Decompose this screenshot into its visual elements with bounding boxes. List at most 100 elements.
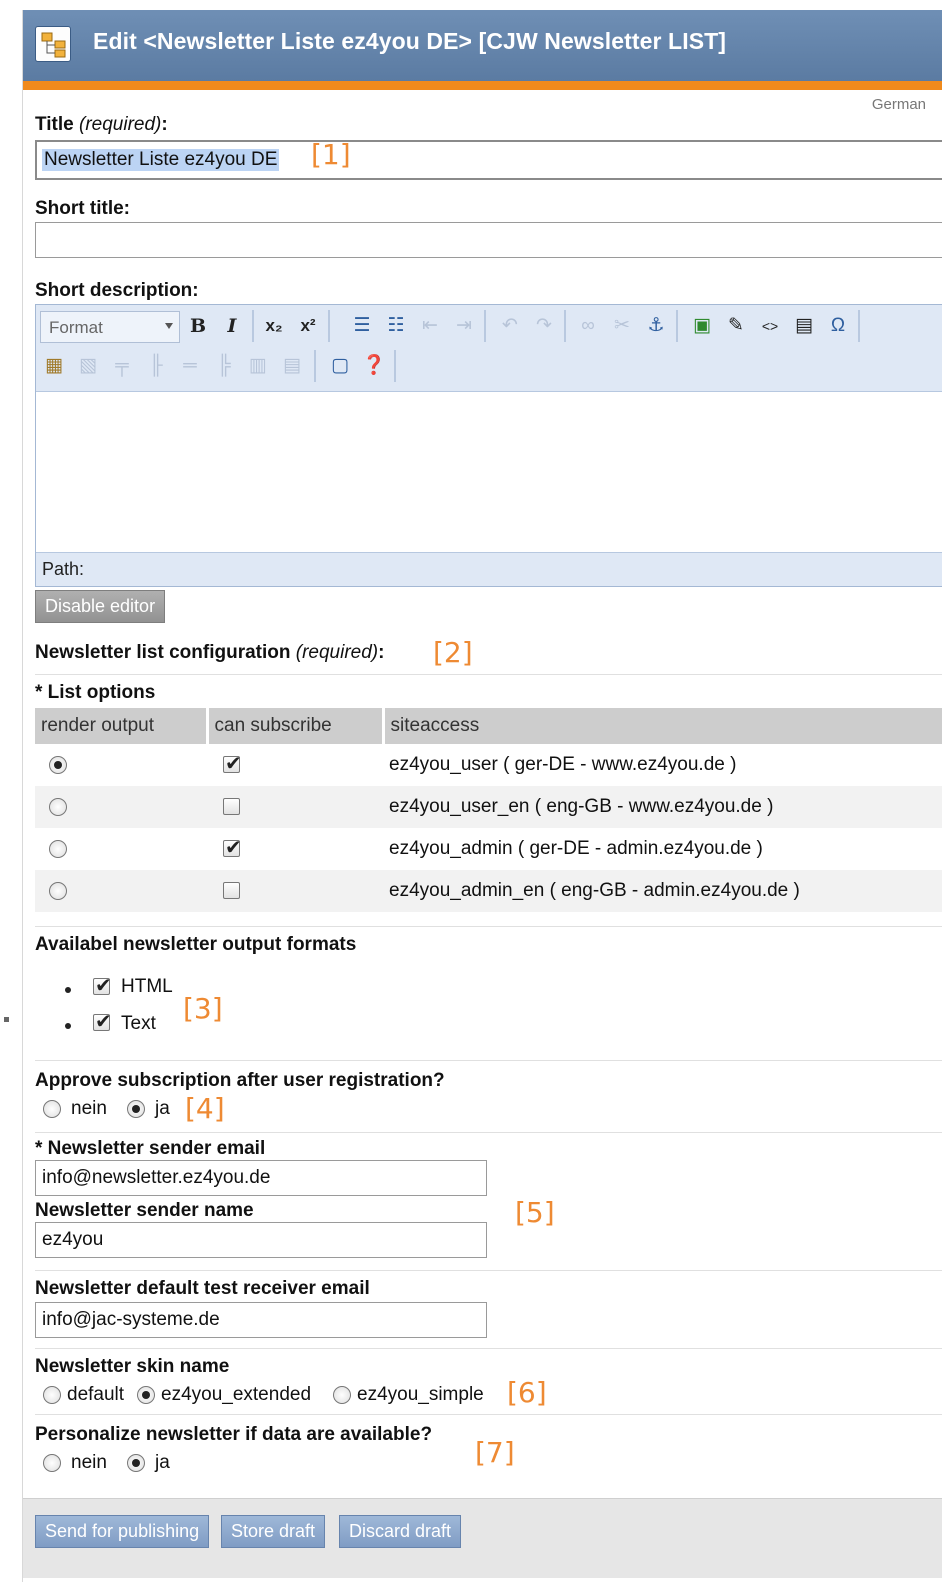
store-draft-button[interactable]: Store draft (221, 1515, 326, 1548)
list-options-table: render output can subscribe siteaccess e… (35, 708, 942, 912)
title-label: Title (required): (35, 114, 168, 135)
skin-extended-label: ez4you_extended (161, 1384, 312, 1405)
merge-cells-icon[interactable]: ▥ (244, 351, 272, 381)
can-subscribe-checkbox[interactable] (223, 751, 242, 776)
send-for-publishing-button[interactable]: Send for publishing (35, 1515, 210, 1548)
sender-name-label: Newsletter sender name (35, 1200, 254, 1221)
can-subscribe-checkbox[interactable] (223, 835, 242, 860)
text-format-checkbox[interactable] (93, 1009, 112, 1034)
siteaccess-cell: ez4you_admin ( ger-DE - admin.ez4you.de … (383, 828, 942, 870)
insert-image-icon[interactable]: ▣ (688, 311, 716, 341)
sender-email-input[interactable]: info@newsletter.ez4you.de (35, 1160, 487, 1196)
delete-column-icon[interactable]: ╠ (210, 351, 238, 381)
superscript-icon[interactable]: x² (294, 311, 322, 341)
annotation-4: [4] (185, 1092, 225, 1125)
test-receiver-input[interactable]: info@jac-systeme.de (35, 1302, 487, 1338)
approve-ja-radio[interactable] (127, 1100, 145, 1118)
page-title: Edit <Newsletter Liste ez4you DE> [CJW N… (93, 28, 727, 54)
divider (35, 1132, 942, 1133)
siteaccess-cell: ez4you_user ( ger-DE - www.ez4you.de ) (383, 744, 942, 786)
can-subscribe-checkbox[interactable] (223, 882, 240, 900)
italic-icon[interactable]: I (218, 311, 246, 341)
attachment-icon[interactable]: ✎ (722, 311, 750, 341)
can-subscribe-checkbox[interactable] (223, 798, 240, 816)
render-output-radio[interactable] (49, 797, 67, 816)
short-description-label: Short description: (35, 280, 199, 301)
divider (35, 674, 942, 675)
annotation-3: [3] (183, 992, 223, 1025)
list-config-label: Newsletter list configuration (required)… (35, 642, 385, 663)
html-format-checkbox[interactable] (93, 973, 112, 998)
format-select[interactable]: Format (40, 311, 180, 343)
list-options-label: * List options (35, 682, 156, 703)
delete-row-icon[interactable]: ═ (176, 351, 204, 381)
redo-icon[interactable]: ↷ (530, 311, 558, 341)
divider (35, 1060, 942, 1061)
personalize-nein-radio[interactable] (43, 1454, 61, 1472)
numbered-list-icon[interactable]: ☷ (382, 311, 410, 341)
bullet-list-icon[interactable]: ☰ (348, 311, 376, 341)
help-icon[interactable]: ❓ (360, 351, 388, 381)
annotation-6: [6] (507, 1376, 547, 1409)
delete-table-icon[interactable]: ▧ (74, 351, 102, 381)
toolbar-separator (564, 310, 566, 342)
window-header: Edit <Newsletter Liste ez4you DE> [CJW N… (23, 10, 942, 90)
list-bullet (65, 987, 71, 993)
approve-nein-radio[interactable] (43, 1100, 61, 1118)
insert-row-icon[interactable]: ╤ (108, 351, 136, 381)
insert-table-icon[interactable]: ▦ (40, 351, 68, 381)
short-title-input[interactable] (35, 222, 942, 258)
render-output-radio[interactable] (49, 755, 67, 774)
annotation-2: [2] (433, 636, 473, 669)
html-format-label: HTML (121, 976, 173, 997)
disable-editor-button[interactable]: Disable editor (35, 590, 166, 623)
editor-content-area[interactable] (36, 392, 942, 554)
format-select-value: Format (49, 318, 103, 337)
skin-simple-radio[interactable] (333, 1386, 351, 1404)
subscript-icon[interactable]: x₂ (260, 311, 288, 341)
literal-icon[interactable]: ▤ (790, 311, 818, 341)
render-output-radio[interactable] (49, 881, 67, 900)
short-title-label: Short title: (35, 198, 130, 219)
personalize-label: Personalize newsletter if data are avail… (35, 1424, 433, 1445)
annotation-5: [5] (515, 1196, 555, 1229)
render-output-radio[interactable] (49, 839, 67, 858)
toolbar-separator (484, 310, 486, 342)
indent-icon[interactable]: ⇥ (450, 311, 478, 341)
bold-icon[interactable]: B (184, 311, 212, 341)
toolbar-separator (252, 310, 254, 342)
skin-default-radio[interactable] (43, 1386, 61, 1404)
discard-draft-button[interactable]: Discard draft (339, 1515, 462, 1548)
text-format-label: Text (121, 1013, 156, 1034)
column-header: can subscribe (207, 708, 385, 744)
siteaccess-cell: ez4you_admin_en ( eng-GB - admin.ez4you.… (383, 870, 942, 912)
title-input[interactable]: Newsletter Liste ez4you DE (35, 140, 942, 180)
annotation-1: [1] (311, 138, 351, 171)
list-bullet (65, 1023, 71, 1029)
table-row: ez4you_user_en ( eng-GB - www.ez4you.de … (35, 786, 942, 828)
approve-label: Approve subscription after user registra… (35, 1070, 445, 1091)
sender-name-input[interactable]: ez4you (35, 1222, 487, 1258)
link-icon[interactable]: ∞ (574, 311, 602, 341)
unlink-icon[interactable]: ✂ (608, 311, 636, 341)
insert-column-icon[interactable]: ╟ (142, 351, 170, 381)
skin-extended-radio[interactable] (137, 1386, 155, 1404)
undo-icon[interactable]: ↶ (496, 311, 524, 341)
outdent-icon[interactable]: ⇤ (416, 311, 444, 341)
annotation-7: [7] (475, 1436, 515, 1469)
personalize-ja-label: ja (155, 1452, 170, 1473)
class-icon (35, 26, 71, 62)
anchor-icon[interactable]: ⚓ (642, 311, 670, 341)
split-cell-icon[interactable]: ▤ (278, 351, 306, 381)
personalize-nein-label: nein (71, 1452, 107, 1473)
custom-tag-icon[interactable]: <> (756, 311, 784, 341)
edit-panel: Edit <Newsletter Liste ez4you DE> [CJW N… (22, 10, 942, 1582)
personalize-ja-radio[interactable] (127, 1454, 145, 1472)
special-character-icon[interactable]: Ω (824, 311, 852, 341)
siteaccess-cell: ez4you_user_en ( eng-GB - www.ez4you.de … (383, 786, 942, 828)
fullscreen-icon[interactable]: ▢ (326, 351, 354, 381)
skin-default-label: default (67, 1384, 125, 1405)
output-formats-label: Availabel newsletter output formats (35, 934, 357, 955)
title-input-value: Newsletter Liste ez4you DE (42, 149, 280, 171)
table-header-row: render output can subscribe siteaccess (35, 708, 942, 744)
